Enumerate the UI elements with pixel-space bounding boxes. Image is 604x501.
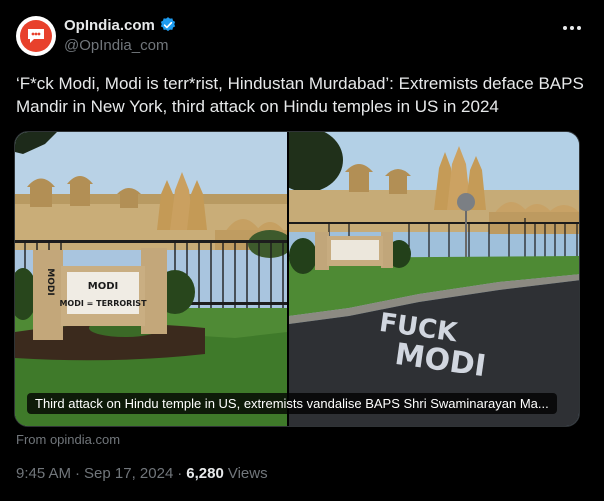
link-card-caption[interactable]: Third attack on Hindu temple in US, extr… [27,393,557,414]
left-sign-graffiti-1: MODI [88,281,118,292]
tweet-date[interactable]: Sep 17, 2024 [84,465,173,482]
meta-separator: · [75,465,81,482]
tweet-text: ‘F*ck Modi, Modi is terr*rist, Hindustan… [16,74,584,116]
views-label: Views [227,465,268,482]
views-count: 6,280 [186,465,224,482]
verified-badge-icon [159,16,177,34]
left-post-graffiti: MODI [45,268,55,295]
tweet-metadata: 9:45 AM · Sep 17, 2024 · 6,280 Views [16,465,268,482]
link-card-image-right: FUCK MODI [289,132,579,426]
link-card[interactable]: MODI MODI = TERRORIST MODI FUCK MODI Thi… [14,131,580,427]
author-handle[interactable]: @OpIndia_com [64,37,168,54]
author-avatar[interactable] [16,16,56,56]
more-options-icon[interactable] [560,16,584,40]
author-name-row: OpIndia.com [64,16,177,34]
meta-separator: · [177,465,183,482]
tweet-time[interactable]: 9:45 AM [16,465,71,482]
link-source[interactable]: From opindia.com [16,432,120,447]
author-display-name[interactable]: OpIndia.com [64,17,155,34]
opindia-logo-icon [20,20,52,52]
left-sign-graffiti-2: MODI = TERRORIST [59,299,147,308]
link-card-image-left: MODI MODI = TERRORIST MODI [15,132,287,426]
